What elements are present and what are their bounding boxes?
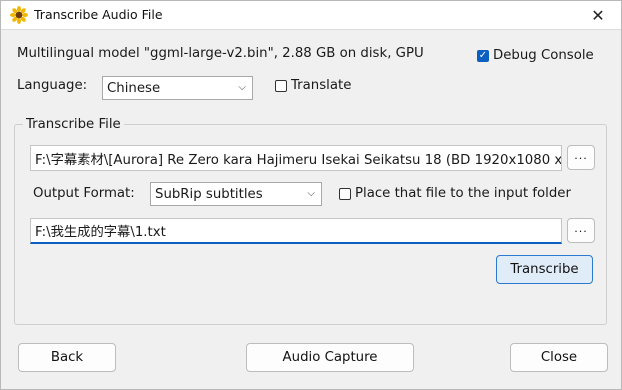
browse-output-label: ... [574,222,588,235]
output-format-label: Output Format: [33,186,135,201]
translate-label: Translate [291,78,352,93]
place-in-input-folder-checkbox[interactable] [339,187,351,200]
output-format-value: SubRip subtitles [155,186,263,202]
chevron-down-icon: ⌵ [307,187,315,199]
output-file-path-value: F:\我生成的字幕\1.txt [35,225,166,240]
output-format-select[interactable]: SubRip subtitles ⌵ [150,182,322,206]
model-info: Multilingual model "ggml-large-v2.bin", … [17,46,424,61]
transcribe-button[interactable]: Transcribe [496,255,593,284]
translate-toggle[interactable]: Translate [275,78,351,93]
browse-output-button[interactable]: ... [567,218,595,243]
input-file-path[interactable]: F:\字幕素材\[Aurora] Re Zero kara Hajimeru I… [30,145,562,171]
translate-checkbox[interactable] [275,79,287,92]
language-label: Language: [17,78,88,93]
back-button-label: Back [50,350,84,365]
debug-console-label: Debug Console [493,48,594,63]
audio-capture-button[interactable]: Audio Capture [246,343,414,372]
close-button[interactable]: Close [510,343,608,372]
place-in-input-folder-toggle[interactable]: Place that file to the input folder [339,186,571,201]
language-select[interactable]: Chinese ⌵ [102,76,253,100]
browse-input-button[interactable]: ... [567,145,595,170]
title-bar: Transcribe Audio File ✕ [1,1,621,30]
close-button-label: Close [540,350,578,365]
transcribe-button-label: Transcribe [510,262,579,277]
input-file-path-value: F:\字幕素材\[Aurora] Re Zero kara Hajimeru I… [35,152,562,168]
debug-console-toggle[interactable]: ✓ Debug Console [477,48,594,63]
browse-input-label: ... [574,149,588,162]
chevron-down-icon: ⌵ [238,81,246,93]
window-title: Transcribe Audio File [34,7,163,22]
place-in-input-folder-label: Place that file to the input folder [355,186,571,201]
back-button[interactable]: Back [18,343,116,372]
close-icon[interactable]: ✕ [575,1,621,29]
debug-console-checkbox[interactable]: ✓ [477,49,489,62]
transcribe-dialog: Transcribe Audio File ✕ Multilingual mod… [0,0,622,390]
transcribe-file-group-label: Transcribe File [23,117,124,132]
audio-capture-button-label: Audio Capture [282,350,378,365]
sunflower-icon [10,6,28,24]
language-value: Chinese [107,80,161,96]
output-file-path[interactable]: F:\我生成的字幕\1.txt [30,218,562,244]
